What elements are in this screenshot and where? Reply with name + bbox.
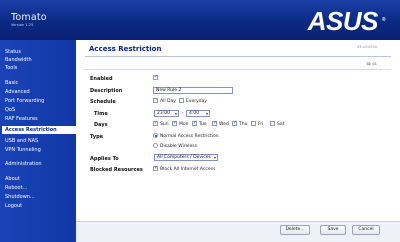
day-sun-label: Sun [160, 122, 169, 127]
days-label: Days [94, 122, 108, 128]
sidebar-item-bandwidth[interactable]: Bandwidth [5, 57, 32, 63]
sidebar-item-advanced[interactable]: Advanced [5, 89, 30, 95]
title-divider [85, 56, 391, 57]
page-code: BE-ASUS9A [357, 45, 377, 49]
chevron-down-icon: ▾ [174, 111, 177, 116]
type-label: Type [90, 134, 104, 140]
blocked-resources-label: Blocked Resources [90, 167, 143, 173]
applies-to-label: Applies To [90, 156, 119, 162]
type-normal-label: Normal Access Restriction [160, 134, 219, 139]
sidebar-item-administration[interactable]: Administration [5, 161, 42, 167]
all-day-label: All Day [160, 99, 176, 104]
header-bar: Tomato Version 1.25 ASUS ® [0, 0, 400, 40]
sidebar-item-shutdown[interactable]: Shutdown... [5, 194, 35, 200]
day-sun-checkbox[interactable] [153, 120, 158, 126]
time-from-select[interactable]: 23:00 ▾ [154, 110, 179, 117]
description-label: Description [90, 88, 123, 94]
chevron-down-icon: ▾ [205, 111, 208, 116]
sidebar-item-logout[interactable]: Logout [5, 203, 22, 209]
day-fri-label: Fri [258, 122, 264, 127]
sidebar-item-status[interactable]: Status [5, 49, 21, 55]
day-tue-label: Tue [199, 122, 207, 127]
day-sat-checkbox[interactable] [270, 121, 275, 126]
block-all-label: Block All Internet Access [160, 167, 216, 172]
block-all-checkbox[interactable] [153, 165, 158, 171]
save-button[interactable]: Save [320, 225, 346, 235]
sidebar-item-basic[interactable]: Basic [5, 80, 18, 86]
day-wed-checkbox[interactable] [212, 120, 217, 126]
app-title: Tomato [11, 12, 47, 23]
time-from-value: 23:00 [157, 111, 170, 116]
sidebar-item-raf-features[interactable]: RAF Features [5, 116, 38, 122]
main-content [76, 40, 400, 242]
type-normal-radio[interactable] [153, 133, 158, 138]
sidebar-item-usb-nas[interactable]: USB and NAS [5, 138, 38, 144]
registered-mark: ® [381, 17, 386, 23]
day-tue-checkbox[interactable] [192, 120, 197, 126]
time-to-value: 4:00 [189, 111, 200, 116]
asus-logo: ASUS ® [307, 6, 386, 36]
day-thu-checkbox[interactable] [232, 120, 237, 126]
description-input[interactable]: New Rule 2 [153, 87, 233, 94]
schedule-label: Schedule [90, 99, 116, 105]
everyday-checkbox[interactable] [179, 98, 184, 103]
enabled-label: Enabled [90, 76, 113, 82]
everyday-label: Everyday [186, 99, 208, 104]
sidebar-item-port-forwarding[interactable]: Port Forwarding [5, 98, 44, 104]
chevron-down-icon: ▾ [213, 155, 216, 160]
app-version: Version 1.25 [11, 23, 34, 27]
applies-to-value: All Computers / Devices [157, 155, 211, 160]
day-mon-label: Mon [179, 122, 189, 127]
section-divider [85, 69, 391, 70]
sidebar-item-access-restriction[interactable]: Access Restriction [2, 126, 76, 134]
sidebar-item-vpn-tunneling[interactable]: VPN Tunneling [5, 147, 41, 153]
day-mon-checkbox[interactable] [172, 120, 177, 126]
type-disable-wireless-label: Disable Wireless [160, 144, 197, 149]
day-thu-label: Thu [239, 122, 248, 127]
all-day-checkbox[interactable] [153, 98, 158, 103]
day-sat-label: Sat [277, 122, 285, 127]
day-fri-checkbox[interactable] [251, 121, 256, 126]
applies-to-select[interactable]: All Computers / Devices ▾ [154, 154, 218, 161]
sidebar-item-qos[interactable]: QoS [5, 107, 15, 113]
enabled-checkbox[interactable] [153, 74, 158, 80]
type-disable-wireless-radio[interactable] [153, 143, 158, 148]
day-wed-label: Wed [219, 122, 229, 127]
time-to-select[interactable]: 4:00 ▾ [186, 110, 210, 117]
time-label: Time [94, 111, 108, 117]
logo-text: ASUS [307, 6, 379, 36]
sidebar-item-tools[interactable]: Tools [5, 65, 17, 71]
delete-button[interactable]: Delete... [280, 225, 310, 235]
time-separator: - [182, 111, 184, 116]
cancel-button[interactable]: Cancel [352, 225, 380, 235]
page-title: Access Restriction [89, 45, 162, 53]
rule-id: ID: 01 [366, 62, 377, 66]
sidebar-item-reboot[interactable]: Reboot... [5, 185, 27, 191]
sidebar-item-about[interactable]: About [5, 176, 20, 182]
